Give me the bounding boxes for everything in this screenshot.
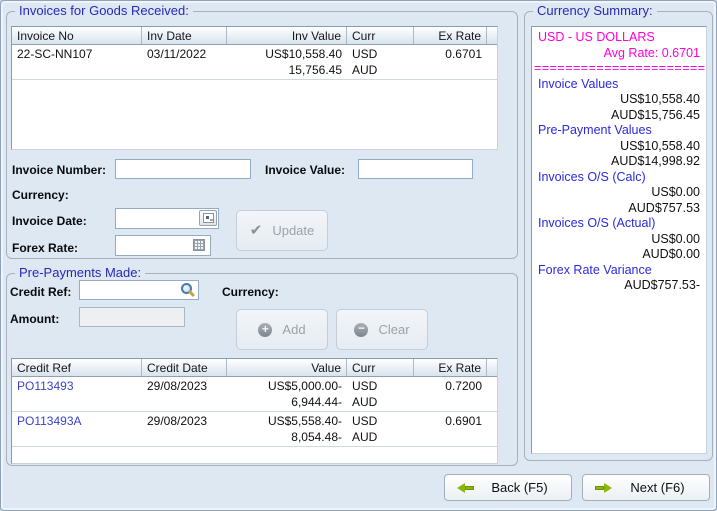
prepayments-group: Pre-Payments Made: Credit Ref: Currency:… bbox=[6, 273, 518, 466]
date-picker-button[interactable] bbox=[199, 210, 217, 226]
back-button-label: Back (F5) bbox=[480, 480, 559, 495]
ex-rate-cell: 0.6901 bbox=[414, 412, 487, 446]
invoice-no-cell: 22-SC-NN107 bbox=[12, 45, 142, 79]
col-filler bbox=[487, 359, 497, 376]
col-curr: Curr bbox=[347, 359, 414, 376]
col-credit-ref: Credit Ref bbox=[12, 359, 142, 376]
next-button[interactable]: Next (F6) bbox=[582, 474, 710, 501]
forex-rate-label: Forex Rate: bbox=[12, 241, 78, 255]
curr-cell: USD AUD bbox=[347, 412, 414, 446]
summary-value: AUD$0.00 bbox=[532, 247, 706, 263]
amount-input[interactable] bbox=[79, 307, 185, 327]
plus-icon bbox=[258, 323, 272, 337]
update-button[interactable]: Update bbox=[236, 210, 328, 251]
summary-currency-name: USD - US DOLLARS bbox=[532, 30, 706, 46]
invoices-group: Invoices for Goods Received: Invoice No … bbox=[6, 11, 518, 259]
invoice-date-label: Invoice Date: bbox=[12, 214, 87, 228]
calculator-icon[interactable] bbox=[193, 239, 205, 251]
summary-value: US$0.00 bbox=[532, 185, 706, 201]
invoice-value-input[interactable] bbox=[358, 159, 473, 179]
invoice-entry-window: Invoices for Goods Received: Invoice No … bbox=[0, 0, 717, 511]
invoice-value-label: Invoice Value: bbox=[265, 163, 345, 177]
currency-summary-group: Currency Summary: USD - US DOLLARS Avg R… bbox=[524, 11, 713, 461]
back-arrow-icon bbox=[457, 483, 474, 493]
date-picker-icon bbox=[203, 213, 214, 223]
invoice-date-field bbox=[115, 208, 219, 229]
col-ex-rate: Ex Rate bbox=[414, 359, 487, 376]
search-icon[interactable] bbox=[181, 283, 192, 294]
clear-button[interactable]: Clear bbox=[336, 309, 428, 350]
col-ex-rate: Ex Rate bbox=[414, 27, 487, 44]
prepayments-group-title: Pre-Payments Made: bbox=[15, 265, 145, 281]
summary-divider: ========================== bbox=[532, 61, 706, 77]
summary-value: US$0.00 bbox=[532, 232, 706, 248]
currency-summary-list: USD - US DOLLARS Avg Rate: 0.6701 ======… bbox=[531, 26, 707, 454]
inv-date-cell: 03/11/2022 bbox=[142, 45, 227, 79]
col-credit-date: Credit Date bbox=[142, 359, 227, 376]
ex-rate-cell: 0.7200 bbox=[414, 377, 487, 411]
col-curr: Curr bbox=[347, 27, 414, 44]
credit-date-cell: 29/08/2023 bbox=[142, 412, 227, 446]
summary-value: AUD$757.53- bbox=[532, 278, 706, 294]
summary-value: AUD$15,756.45 bbox=[532, 108, 706, 124]
clear-button-label: Clear bbox=[378, 322, 409, 337]
col-invoice-no: Invoice No bbox=[12, 27, 142, 44]
value-cell: US$5,000.00- 6,944.44- bbox=[227, 377, 347, 411]
summary-section-label: Invoice Values bbox=[532, 77, 706, 93]
summary-section-label: Pre-Payment Values bbox=[532, 123, 706, 139]
col-filler bbox=[487, 27, 497, 44]
next-arrow-icon bbox=[595, 483, 612, 493]
credit-ref-cell[interactable]: PO113493 bbox=[12, 377, 142, 411]
summary-value: US$10,558.40 bbox=[532, 139, 706, 155]
update-button-label: Update bbox=[272, 223, 314, 238]
summary-value: US$10,558.40 bbox=[532, 92, 706, 108]
currency-summary-title: Currency Summary: bbox=[533, 3, 657, 19]
invoice-number-label: Invoice Number: bbox=[12, 163, 106, 177]
summary-value: AUD$757.53 bbox=[532, 201, 706, 217]
check-icon bbox=[250, 223, 263, 238]
credit-date-cell: 29/08/2023 bbox=[142, 377, 227, 411]
next-button-label: Next (F6) bbox=[618, 480, 697, 495]
credit-ref-label: Credit Ref: bbox=[10, 285, 71, 299]
invoices-group-title: Invoices for Goods Received: bbox=[15, 3, 193, 19]
invoice-number-input[interactable] bbox=[115, 159, 251, 179]
inv-value-cell: US$10,558.40 15,756.45 bbox=[227, 45, 347, 79]
summary-section-label: Forex Rate Variance bbox=[532, 263, 706, 279]
credit-ref-field bbox=[79, 280, 199, 300]
invoices-table[interactable]: Invoice No Inv Date Inv Value Curr Ex Ra… bbox=[11, 26, 498, 150]
prepay-currency-label: Currency: bbox=[222, 285, 279, 299]
add-button-label: Add bbox=[282, 322, 305, 337]
invoice-row[interactable]: 22-SC-NN107 03/11/2022 US$10,558.40 15,7… bbox=[12, 45, 497, 80]
add-button[interactable]: Add bbox=[236, 309, 328, 350]
ex-rate-cell: 0.6701 bbox=[414, 45, 487, 79]
prepayment-row[interactable]: PO113493A 29/08/2023 US$5,558.40- 8,054.… bbox=[12, 412, 497, 447]
value-cell: US$5,558.40- 8,054.48- bbox=[227, 412, 347, 446]
summary-value: AUD$14,998.92 bbox=[532, 154, 706, 170]
col-inv-date: Inv Date bbox=[142, 27, 227, 44]
summary-section-label: Invoices O/S (Actual) bbox=[532, 216, 706, 232]
col-inv-value: Inv Value bbox=[227, 27, 347, 44]
invoices-table-header: Invoice No Inv Date Inv Value Curr Ex Ra… bbox=[12, 27, 497, 45]
prepayment-row[interactable]: PO113493 29/08/2023 US$5,000.00- 6,944.4… bbox=[12, 377, 497, 412]
forex-rate-field bbox=[115, 235, 211, 256]
credit-ref-cell[interactable]: PO113493A bbox=[12, 412, 142, 446]
back-button[interactable]: Back (F5) bbox=[444, 474, 572, 501]
col-value: Value bbox=[227, 359, 347, 376]
summary-section-label: Invoices O/S (Calc) bbox=[532, 170, 706, 186]
curr-cell: USD AUD bbox=[347, 45, 414, 79]
minus-icon bbox=[354, 323, 368, 337]
amount-label: Amount: bbox=[10, 312, 59, 326]
prepayments-table-header: Credit Ref Credit Date Value Curr Ex Rat… bbox=[12, 359, 497, 377]
curr-cell: USD AUD bbox=[347, 377, 414, 411]
summary-avg-rate: Avg Rate: 0.6701 bbox=[532, 46, 706, 62]
prepayments-table[interactable]: Credit Ref Credit Date Value Curr Ex Rat… bbox=[11, 358, 498, 464]
currency-label: Currency: bbox=[12, 188, 69, 202]
